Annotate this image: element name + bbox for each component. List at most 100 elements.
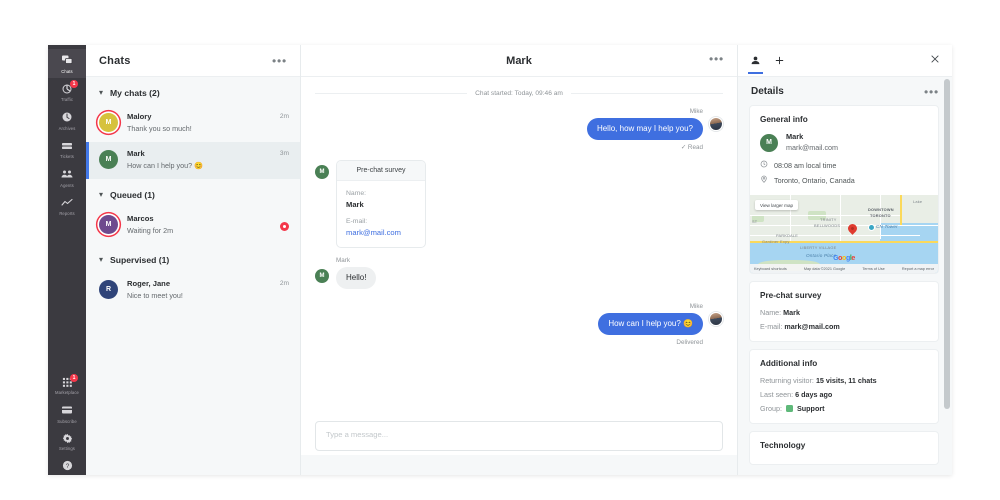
chat-group-supervised[interactable]: ▾ Supervised (1) — [86, 244, 300, 272]
chat-list-title: Chats — [99, 54, 131, 67]
nav-label-marketplace: Marketplace — [55, 390, 79, 395]
chat-group-queued[interactable]: ▾ Queued (1) — [86, 179, 300, 207]
nav-item-marketplace[interactable]: 1 Marketplace — [48, 372, 86, 400]
avatar: M — [315, 165, 329, 179]
nav-badge-traffic: 1 — [70, 79, 78, 88]
message-bubble[interactable]: Hello, how may I help you? — [586, 118, 703, 140]
message-bubble[interactable]: How can I help you? 😊 — [598, 313, 703, 335]
last-seen-value: 6 days ago — [795, 390, 833, 399]
nav-label-chats: Chats — [61, 68, 73, 74]
nav-item-reports[interactable]: Reports — [48, 192, 86, 221]
additional-info-body: Additional info Returning visitor: 15 vi… — [750, 350, 938, 423]
svg-text:?: ? — [65, 463, 69, 470]
person-icon — [750, 53, 761, 70]
map-label: Lake — [913, 199, 923, 204]
technology-body: Technology — [750, 432, 938, 464]
message-author: Mike — [689, 108, 703, 115]
scrollbar-thumb[interactable] — [944, 79, 950, 409]
details-scroll-area: General info M Mark mark@mail.com 08:08 … — [738, 105, 952, 475]
local-time-row: 08:08 am local time — [760, 160, 928, 170]
chat-started-separator: Chat started: Today, 09:46 am — [315, 90, 724, 97]
survey-name-value: Mark — [346, 200, 364, 209]
map-road — [840, 195, 841, 243]
chat-list-item-marcos[interactable]: M Marcos Waiting for 2m — [86, 207, 300, 244]
chat-group-my-chats[interactable]: ▾ My chats (2) — [86, 77, 300, 105]
chat-list-item-malory[interactable]: M Malory Thank you so much! 2m — [86, 105, 300, 142]
details-title: Details — [751, 86, 784, 97]
tab-add-section[interactable] — [774, 48, 785, 74]
returning-visitor-row: Returning visitor: 15 visits, 11 chats — [760, 376, 928, 385]
chat-list-item-roger-jane[interactable]: R Roger, Jane Nice to meet you! 2m — [86, 272, 300, 309]
location-value: Toronto, Ontario, Canada — [774, 175, 855, 185]
chat-group-label: Supervised (1) — [110, 255, 170, 265]
nav-badge-marketplace: 1 — [70, 373, 78, 382]
map-label: DOWNTOWN — [868, 207, 894, 212]
prechat-survey-card: Pre-chat survey Name: Mark E-mail: mark@… — [336, 160, 426, 248]
chat-item-body: Malory Thank you so much! — [127, 112, 271, 133]
map-label: BELLWOODS — [814, 223, 841, 228]
map-report-link[interactable]: Report a map error — [902, 267, 934, 271]
map-terms-link[interactable]: Terms of Use — [862, 267, 884, 271]
tab-customer-details[interactable] — [748, 48, 763, 74]
gear-icon — [62, 433, 73, 444]
map-data-credit: Map data ©2021 Google — [803, 266, 846, 271]
status-badge[interactable] — [280, 222, 289, 231]
card-additional-info: Additional info Returning visitor: 15 vi… — [749, 349, 939, 424]
bubble-wrap: Mike Hello, how may I help you? ✓ Read — [586, 108, 703, 151]
card-general-info: General info M Mark mark@mail.com 08:08 … — [749, 105, 939, 274]
returning-visitor-label: Returning visitor: — [760, 376, 814, 385]
avatar: M — [99, 215, 118, 234]
details-scrollbar[interactable] — [944, 79, 950, 471]
survey-email-label: E-mail: — [346, 218, 368, 225]
message-bubble[interactable]: Hello! — [336, 267, 377, 289]
nav-item-agents[interactable]: Agents — [48, 163, 86, 192]
chat-item-name: Marcos — [127, 214, 154, 223]
clock-icon — [760, 160, 768, 170]
local-time-value: 08:08 am local time — [774, 160, 837, 170]
survey-name-label: Name: — [346, 190, 367, 197]
message-author: Mike — [689, 303, 703, 310]
map-keyboard-shortcuts[interactable]: Keyboard shortcuts — [754, 267, 787, 271]
last-seen-row: Last seen: 6 days ago — [760, 390, 928, 399]
chevron-down-icon: ▾ — [99, 255, 104, 264]
nav-item-tickets[interactable]: Tickets — [48, 135, 86, 164]
more-options-icon[interactable]: ••• — [272, 55, 287, 67]
composer-toolbar — [301, 455, 737, 475]
customer-email: mark@mail.com — [786, 143, 839, 152]
more-options-icon[interactable]: ••• — [924, 86, 939, 98]
nav-item-help[interactable]: ? — [48, 455, 86, 475]
view-larger-map-button[interactable]: View larger map — [755, 200, 799, 210]
map-attribution: Keyboard shortcuts Map data ©2021 Google… — [750, 264, 938, 273]
survey-email-value[interactable]: mark@mail.com — [346, 228, 416, 237]
location-map[interactable]: View larger map DOWNTOWN TORONTO TRINITY… — [750, 195, 938, 273]
chat-list-body: ▾ My chats (2) M Malory Thank you so muc… — [86, 77, 300, 309]
nav-label-subscribe: Subscribe — [57, 418, 77, 424]
message-input[interactable]: Type a message... — [315, 421, 723, 451]
avatar: R — [99, 280, 118, 299]
nav-item-subscribe[interactable]: Subscribe — [48, 399, 86, 428]
pin-icon — [760, 175, 768, 185]
message-status: ✓ Read — [680, 144, 703, 151]
clock-icon — [61, 111, 73, 123]
location-row: Toronto, Ontario, Canada — [760, 175, 928, 185]
survey-body: Name: Mark E-mail: mark@mail.com — [337, 181, 425, 247]
agents-icon — [61, 168, 73, 180]
message-author: Mark — [336, 257, 350, 264]
prechat-name-label: Name: — [760, 308, 782, 317]
conversation-header: Mark ••• — [301, 45, 737, 77]
plus-icon — [774, 53, 785, 70]
close-icon[interactable] — [930, 54, 940, 64]
nav-item-traffic[interactable]: 1 Traffic — [48, 78, 86, 107]
nav-item-settings[interactable]: Settings — [48, 428, 86, 456]
more-options-icon[interactable]: ••• — [709, 53, 724, 65]
nav-item-chats[interactable]: Chats — [48, 49, 86, 78]
details-title-row: Details ••• — [738, 77, 952, 105]
nav-item-archives[interactable]: Archives — [48, 106, 86, 135]
chat-list-item-mark[interactable]: M Mark How can I help you? 😊 3m — [86, 142, 300, 179]
prechat-name-row: Name: Mark — [760, 308, 928, 317]
conversation-panel: Mark ••• Chat started: Today, 09:46 am M… — [301, 45, 737, 475]
map-label: TRINITY — [820, 217, 837, 222]
message-outgoing-2: Mike How can I help you? 😊 Delivered — [315, 303, 723, 346]
chat-list-header: Chats ••• — [86, 45, 300, 77]
chat-item-preview: How can I help you? 😊 — [127, 161, 204, 170]
